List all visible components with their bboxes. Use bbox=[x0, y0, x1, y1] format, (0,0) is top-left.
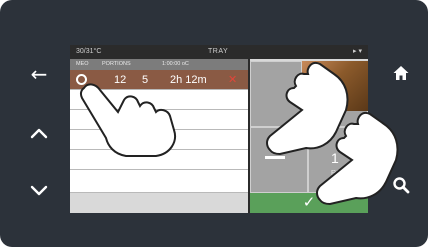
list-item[interactable] bbox=[70, 170, 248, 193]
back-arrow-icon[interactable]: ← bbox=[27, 64, 51, 84]
device-bezel: ← 30/31°C TRAY ▸ ▾ MEO PORTIONS 1:00:00 … bbox=[0, 0, 428, 247]
chevron-down-icon bbox=[30, 185, 48, 196]
scroll-up-icon[interactable] bbox=[27, 124, 51, 144]
delete-icon[interactable]: ✕ bbox=[228, 73, 237, 86]
status-icons: ▸ ▾ bbox=[353, 48, 362, 55]
list-header-col1: MEO bbox=[76, 61, 89, 67]
list-header-col3: 1:00:00 oC bbox=[162, 61, 189, 67]
list-header-col2: PORTIONS bbox=[102, 61, 131, 67]
status-temperature: 30/31°C bbox=[76, 48, 102, 55]
pointing-hand-icon bbox=[316, 112, 399, 206]
list-header: MEO PORTIONS 1:00:00 oC bbox=[70, 59, 248, 70]
status-title: TRAY bbox=[208, 48, 229, 55]
pointing-hand-icon bbox=[79, 83, 176, 157]
home-icon bbox=[393, 66, 409, 80]
scroll-down-icon[interactable] bbox=[27, 180, 51, 200]
chevron-up-icon bbox=[30, 128, 48, 139]
home-button[interactable] bbox=[389, 64, 413, 85]
